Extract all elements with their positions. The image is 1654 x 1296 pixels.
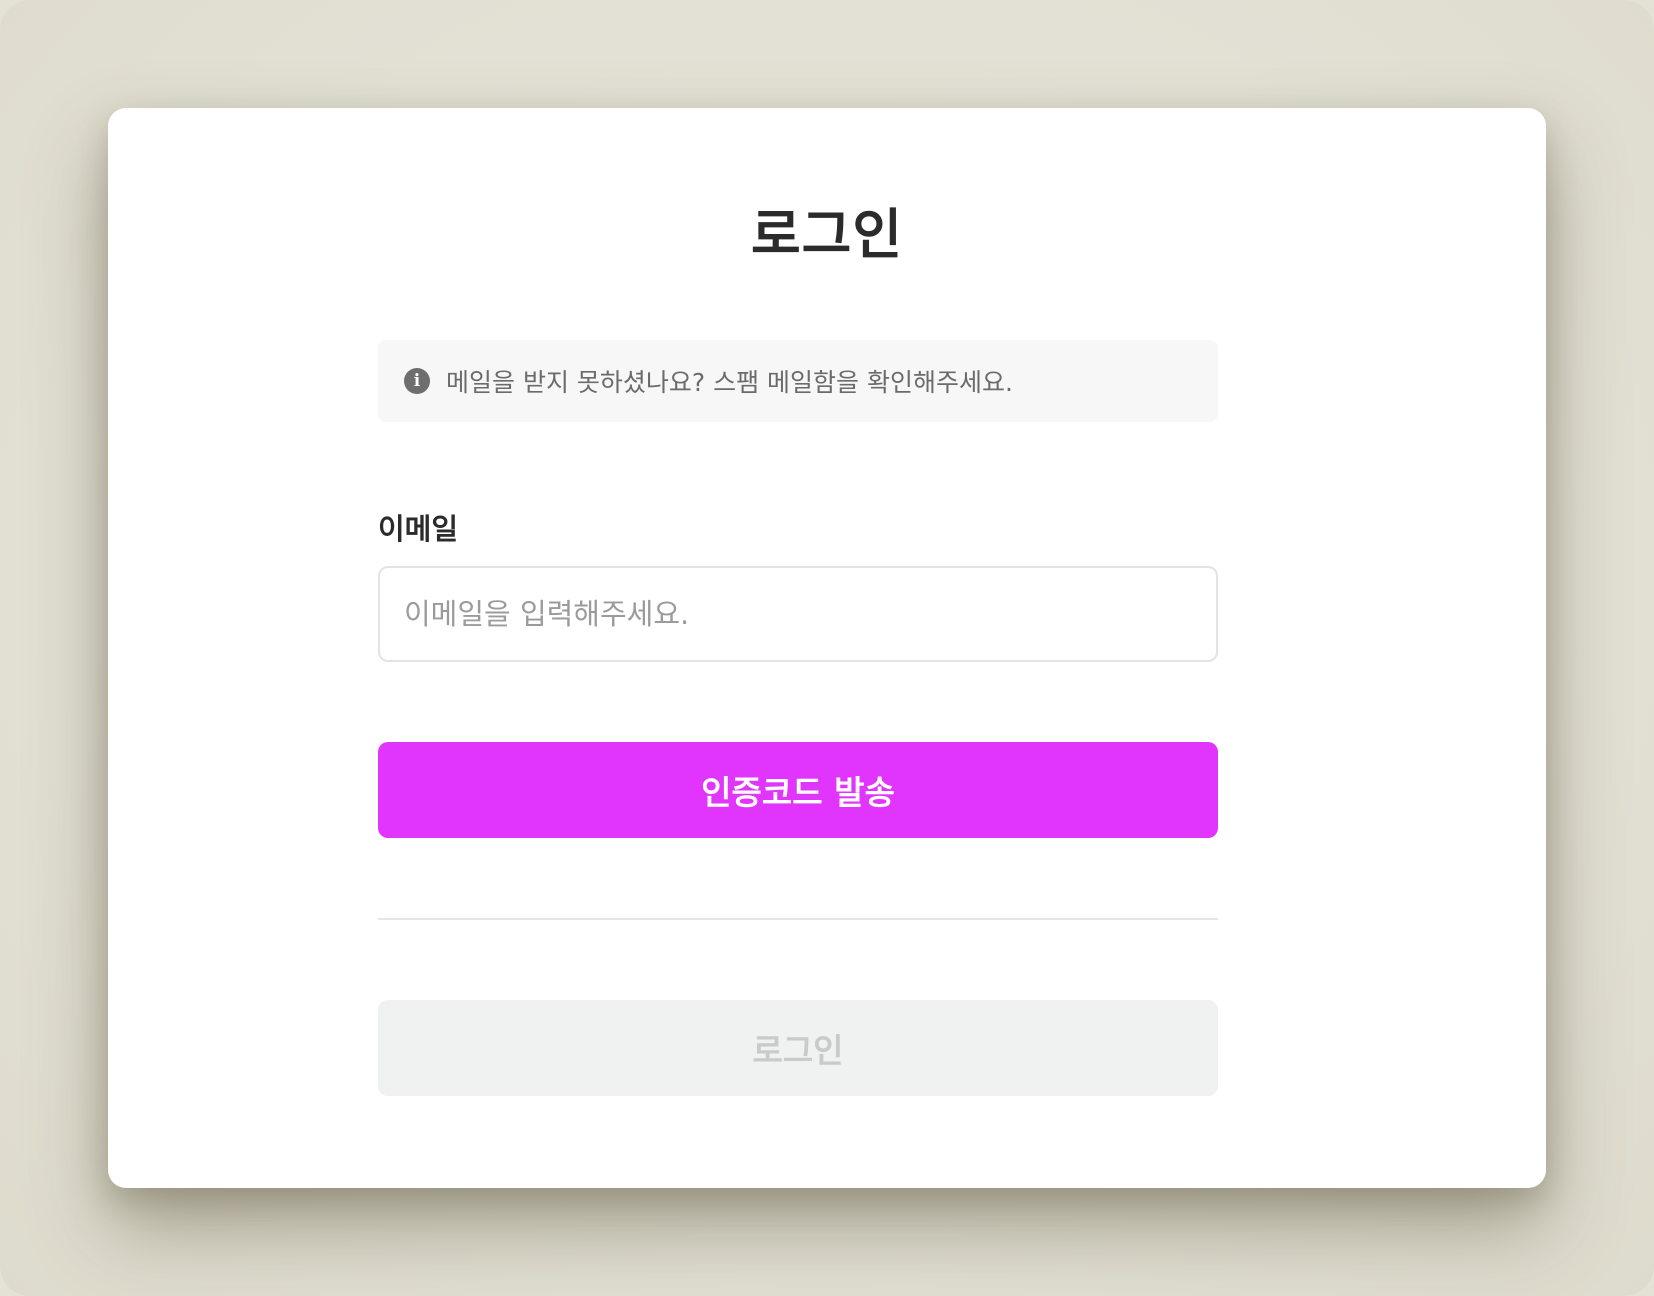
spam-notice-banner: i 메일을 받지 못하셨나요? 스팸 메일함을 확인해주세요. xyxy=(378,340,1218,422)
email-input[interactable] xyxy=(378,566,1218,662)
page-title: 로그인 xyxy=(750,203,904,266)
login-button[interactable]: 로그인 xyxy=(378,1000,1218,1096)
login-card: 로그인 i 메일을 받지 못하셨나요? 스팸 메일함을 확인해주세요. 이메일 … xyxy=(108,108,1546,1188)
send-code-button[interactable]: 인증코드 발송 xyxy=(378,742,1218,838)
info-icon: i xyxy=(404,368,430,394)
notice-text: 메일을 받지 못하셨나요? 스팸 메일함을 확인해주세요. xyxy=(446,368,1013,397)
email-label: 이메일 xyxy=(378,512,459,546)
divider xyxy=(378,918,1218,920)
